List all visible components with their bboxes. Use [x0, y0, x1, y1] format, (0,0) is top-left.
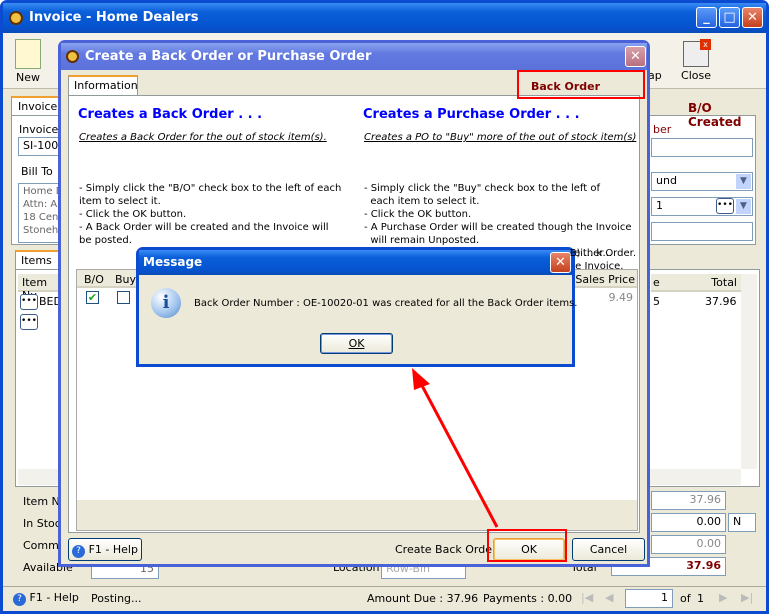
help-icon: ?	[13, 593, 26, 606]
bo-checkbox[interactable]: ✔	[86, 291, 99, 304]
price-cell: 5	[653, 295, 660, 308]
dialog-app-icon	[66, 50, 79, 63]
back-order-instructions: - Simply click the "B/O" check box to th…	[79, 183, 342, 246]
status-bar: ? F1 - Help Posting... Amount Due : 37.9…	[3, 586, 766, 611]
close-button[interactable]: x Close	[678, 37, 714, 87]
map-button[interactable]: ap	[648, 69, 662, 82]
message-close-button[interactable]: ✕	[550, 252, 571, 273]
dialog-title-bar: Create a Back Order or Purchase Order ✕	[61, 43, 647, 70]
purchase-order-instruction-last-line: B) ... k Order.	[569, 248, 636, 259]
maximize-button[interactable]: □	[719, 7, 740, 28]
of-label: of	[680, 592, 691, 605]
back-order-subheading: Creates a Back Order for the out of stoc…	[79, 132, 327, 143]
message-title: Message	[143, 255, 203, 269]
message-text: Back Order Number : OE-10020-01 was crea…	[194, 298, 578, 309]
sales-price-cell: 9.49	[608, 291, 634, 304]
back-order-heading: Creates a Back Order . . .	[78, 107, 263, 122]
ok-button[interactable]: OK	[493, 538, 565, 561]
last-page-icon[interactable]: ▶|	[741, 591, 753, 604]
cancel-button[interactable]: Cancel	[572, 538, 645, 561]
next-page-icon[interactable]: ▶	[719, 591, 727, 604]
items-header-right: e Total	[651, 274, 741, 292]
new-icon	[15, 39, 41, 69]
right-lookup-field[interactable]: 1 ••• ▼	[651, 197, 753, 216]
prev-page-icon[interactable]: ◀	[605, 591, 613, 604]
right-dropdown[interactable]: und ▼	[651, 172, 753, 191]
new-row-ellipsis-button[interactable]: •••	[20, 314, 38, 330]
amount-field-1[interactable]: 37.96	[651, 491, 726, 510]
buy-checkbox[interactable]	[117, 291, 130, 304]
close-doc-icon: x	[683, 39, 711, 67]
amount-field-3[interactable]: 0.00	[651, 535, 726, 554]
chevron-down-icon[interactable]: ▼	[736, 174, 751, 189]
app-icon	[9, 11, 23, 25]
create-back-order-label: Create Back Order	[395, 543, 497, 556]
page-count: 1	[697, 592, 704, 605]
purchase-order-subheading: Creates a PO to "Buy" more of the out of…	[364, 132, 637, 143]
message-dialog: Message ✕ i Back Order Number : OE-10020…	[136, 247, 578, 367]
new-button[interactable]: New	[9, 37, 47, 87]
right-field-3[interactable]	[651, 222, 753, 241]
help-button[interactable]: ? F1 - Help	[68, 538, 142, 561]
bill-to-label: Bill To	[21, 165, 53, 178]
info-icon: i	[151, 288, 181, 318]
chevron-down-icon[interactable]: ▼	[736, 199, 751, 214]
page-input[interactable]: 1	[625, 589, 673, 608]
first-page-icon[interactable]: |◀	[581, 591, 593, 604]
bo-created-status: B/O Created	[688, 101, 742, 129]
amount-due: Amount Due : 37.96	[367, 592, 479, 605]
minimize-button[interactable]: _	[696, 7, 717, 28]
total-cell: 37.96	[705, 295, 737, 308]
ellipsis-button[interactable]: •••	[716, 198, 734, 214]
vertical-scrollbar[interactable]	[741, 274, 757, 469]
message-title-bar: Message ✕	[139, 250, 572, 275]
dialog-close-button[interactable]: ✕	[625, 46, 646, 67]
statusbar-help-button[interactable]: ? F1 - Help	[13, 591, 79, 606]
main-title-bar: Invoice - Home Dealers _ □ ✕	[3, 3, 766, 33]
window-title: Invoice - Home Dealers	[29, 10, 199, 25]
unit-dropdown[interactable]: N	[728, 513, 756, 532]
payments: Payments : 0.00	[483, 592, 573, 605]
row-ellipsis-button[interactable]: •••	[20, 294, 38, 310]
status-text: Posting...	[91, 592, 142, 605]
right-field-1[interactable]	[651, 138, 753, 157]
dialog-title: Create a Back Order or Purchase Order	[85, 49, 372, 64]
information-tab[interactable]: Information	[68, 75, 138, 96]
close-window-button[interactable]: ✕	[742, 7, 763, 28]
grid-footer	[77, 500, 637, 530]
purchase-order-heading: Creates a Purchase Order . . .	[363, 107, 580, 122]
help-icon: ?	[72, 545, 86, 558]
message-ok-button[interactable]: OK	[320, 333, 393, 354]
amount-field-2[interactable]: 0.00	[651, 513, 726, 532]
right-label: ber	[653, 123, 672, 136]
invoice-tab[interactable]: Invoice	[11, 96, 61, 116]
